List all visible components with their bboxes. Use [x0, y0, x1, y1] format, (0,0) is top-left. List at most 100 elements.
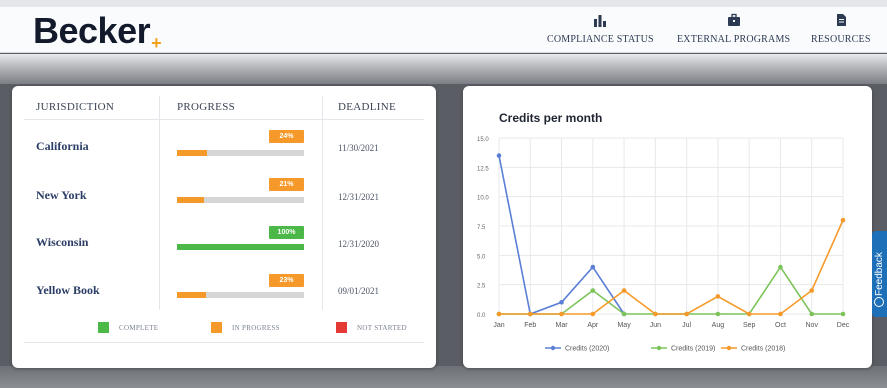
legend-label: Credits (2020) — [565, 346, 609, 353]
data-point — [559, 311, 564, 317]
nav-external-programs[interactable]: EXTERNAL PROGRAMS — [677, 13, 790, 45]
x-tick-label: Jan — [493, 322, 504, 329]
jurisdiction-link[interactable]: Yellow Book — [36, 283, 100, 298]
legend-label: COMPLETE — [119, 323, 159, 332]
data-point — [496, 311, 502, 317]
x-tick-label: Apr — [587, 322, 599, 329]
x-tick-label: Feb — [524, 322, 536, 329]
background-photo-bottom — [0, 366, 887, 388]
percent-badge: 100% — [269, 226, 304, 239]
data-point — [496, 153, 502, 158]
data-point — [559, 299, 564, 305]
x-tick-label: Nov — [806, 322, 819, 329]
deadline-value: 09/01/2021 — [338, 286, 380, 296]
legend-marker — [726, 345, 732, 351]
progress-card: JURISDICTION PROGRESS DEADLINE Californi… — [12, 86, 436, 368]
data-point — [778, 311, 783, 317]
column-divider — [322, 96, 323, 310]
deadline-value: 12/31/2020 — [338, 239, 380, 249]
data-point — [715, 294, 721, 299]
header-deadline: DEADLINE — [338, 101, 396, 113]
nav-label: EXTERNAL PROGRAMS — [677, 34, 791, 45]
series-line — [499, 219, 844, 315]
progress-bar — [177, 292, 304, 298]
data-point — [840, 311, 846, 317]
y-tick-label: 5.0 — [477, 254, 486, 260]
smile-icon — [874, 297, 884, 307]
credits-chart-card: Credits per month 0.0 2.5 5.0 7.5 10.0 12.5 15… — [463, 86, 872, 368]
progress-bar — [177, 244, 304, 250]
document-icon — [836, 14, 846, 26]
deadline-value: 11/30/2021 — [338, 143, 379, 153]
legend-label: Credits (2018) — [741, 346, 785, 353]
x-tick-label: Dec — [837, 322, 850, 329]
app-header: Becker+ COMPLIANCE STATUS EXTERNAL PROGR… — [0, 7, 887, 53]
column-divider — [159, 96, 160, 310]
y-tick-label: 10.0 — [477, 196, 489, 202]
row-divider — [24, 119, 424, 120]
legend-label: Credits (2019) — [671, 346, 715, 353]
progress-bar — [177, 197, 304, 203]
x-tick-label: May — [617, 322, 631, 329]
data-point — [746, 311, 752, 317]
percent-badge: 23% — [269, 274, 304, 287]
x-tick-label: Mar — [556, 322, 569, 329]
data-point — [590, 264, 596, 270]
legend-in-progress: IN PROGRESS — [211, 322, 280, 333]
nav-compliance-status[interactable]: COMPLIANCE STATUS — [547, 13, 654, 45]
y-tick-label: 7.5 — [477, 225, 486, 231]
y-tick-label: 0.0 — [477, 313, 486, 319]
legend-marker — [550, 345, 556, 351]
data-point — [715, 311, 721, 317]
y-tick-label: 12.5 — [477, 166, 489, 172]
progress-fill — [177, 292, 207, 298]
nav-resources[interactable]: RESOURCES — [811, 13, 871, 45]
x-tick-label: Jul — [682, 322, 691, 329]
row-divider — [24, 342, 424, 343]
data-point — [621, 311, 627, 317]
legend-marker — [656, 345, 662, 351]
y-tick-label: 15.0 — [477, 137, 489, 143]
legend-label: NOT STARTED — [357, 323, 407, 332]
bar-chart-icon — [594, 15, 607, 27]
nav-label: COMPLIANCE STATUS — [547, 34, 654, 45]
data-point — [590, 311, 596, 317]
data-point — [590, 288, 596, 293]
legend-label: IN PROGRESS — [232, 323, 280, 332]
becker-logo[interactable]: Becker+ — [33, 9, 162, 59]
legend-swatch — [98, 322, 109, 333]
legend-swatch — [211, 322, 222, 333]
logo-text: Becker — [33, 10, 151, 51]
data-point — [809, 288, 815, 293]
progress-bar — [177, 150, 304, 156]
header-jurisdiction: JURISDICTION — [36, 101, 115, 113]
y-tick-label: 2.5 — [477, 284, 486, 290]
top-strip — [0, 0, 887, 7]
data-point — [527, 311, 533, 317]
credits-line-chart: 0.0 2.5 5.0 7.5 10.0 12.5 15.0 Jan Feb Mar Apr May J… — [477, 137, 850, 353]
progress-fill — [177, 197, 204, 203]
data-point — [809, 311, 815, 317]
nav-label: RESOURCES — [811, 34, 871, 45]
legend-complete: COMPLETE — [98, 322, 158, 333]
background-photo — [0, 54, 887, 84]
header-progress: PROGRESS — [177, 101, 236, 113]
data-point — [778, 264, 783, 270]
feedback-tab[interactable]: Feedback — [872, 231, 887, 317]
jurisdiction-link[interactable]: Wisconsin — [36, 235, 88, 250]
data-point — [621, 288, 627, 293]
data-point — [684, 311, 689, 317]
x-tick-label: Jun — [650, 322, 661, 329]
legend-swatch — [336, 322, 347, 333]
briefcase-icon — [727, 13, 740, 26]
x-tick-label: Oct — [775, 322, 786, 329]
data-point — [653, 311, 658, 317]
progress-fill — [177, 244, 304, 250]
x-tick-label: Sep — [743, 322, 756, 329]
progress-fill — [177, 150, 208, 156]
deadline-value: 12/31/2021 — [338, 192, 380, 202]
jurisdiction-link[interactable]: New York — [36, 188, 87, 203]
logo-plus: + — [151, 33, 162, 53]
jurisdiction-link[interactable]: California — [36, 139, 89, 154]
percent-badge: 21% — [269, 178, 304, 191]
